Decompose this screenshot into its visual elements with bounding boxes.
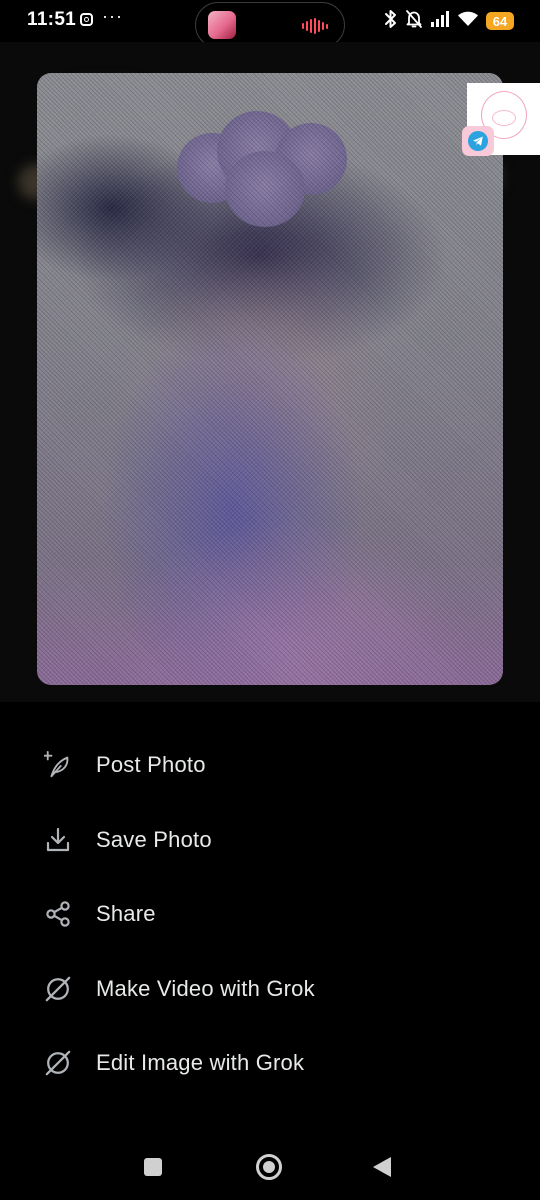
photo-preview[interactable]: [37, 73, 503, 685]
post-photo-label: Post Photo: [96, 752, 206, 778]
battery-level: 64: [492, 13, 508, 29]
download-icon: [44, 826, 72, 854]
save-photo-button[interactable]: Save Photo: [0, 803, 540, 878]
share-label: Share: [96, 901, 156, 927]
audio-waveform-icon: [302, 18, 328, 34]
share-button[interactable]: Share: [0, 877, 540, 952]
screen: 11:51 ··· 64 Post Photo Save Photo Share…: [0, 0, 540, 1200]
home-icon[interactable]: [256, 1154, 282, 1180]
action-list: Post Photo Save Photo Share Make Video w…: [0, 728, 540, 1101]
instagram-icon: [80, 13, 93, 26]
status-bar: 11:51 ··· 64: [0, 0, 540, 48]
mute-icon: [405, 9, 423, 34]
share-icon: [44, 900, 72, 928]
edit-image-label: Edit Image with Grok: [96, 1050, 305, 1076]
post-photo-button[interactable]: Post Photo: [0, 728, 540, 803]
bluetooth-icon: [384, 9, 398, 34]
battery-icon: 64: [486, 12, 514, 30]
wifi-icon: [457, 10, 479, 32]
recents-icon[interactable]: [144, 1158, 162, 1176]
telegram-badge[interactable]: [462, 126, 494, 156]
more-notifications-indicator: ···: [102, 6, 123, 26]
media-thumbnail: [208, 11, 236, 39]
edit-image-with-grok-button[interactable]: Edit Image with Grok: [0, 1026, 540, 1101]
status-icons: 64: [384, 9, 514, 34]
back-icon[interactable]: [373, 1157, 391, 1177]
signal-icon: [430, 10, 450, 32]
telegram-icon: [468, 131, 488, 151]
grok-icon: [44, 975, 72, 1003]
photo-texture: [37, 73, 503, 685]
post-photo-icon: [44, 751, 72, 779]
make-video-label: Make Video with Grok: [96, 975, 315, 1001]
save-photo-label: Save Photo: [96, 826, 212, 852]
status-time: 11:51: [27, 9, 77, 30]
action-sheet: Post Photo Save Photo Share Make Video w…: [0, 708, 540, 1138]
navigation-bar: [0, 1138, 540, 1200]
grok-icon: [44, 1049, 72, 1077]
make-video-with-grok-button[interactable]: Make Video with Grok: [0, 952, 540, 1027]
